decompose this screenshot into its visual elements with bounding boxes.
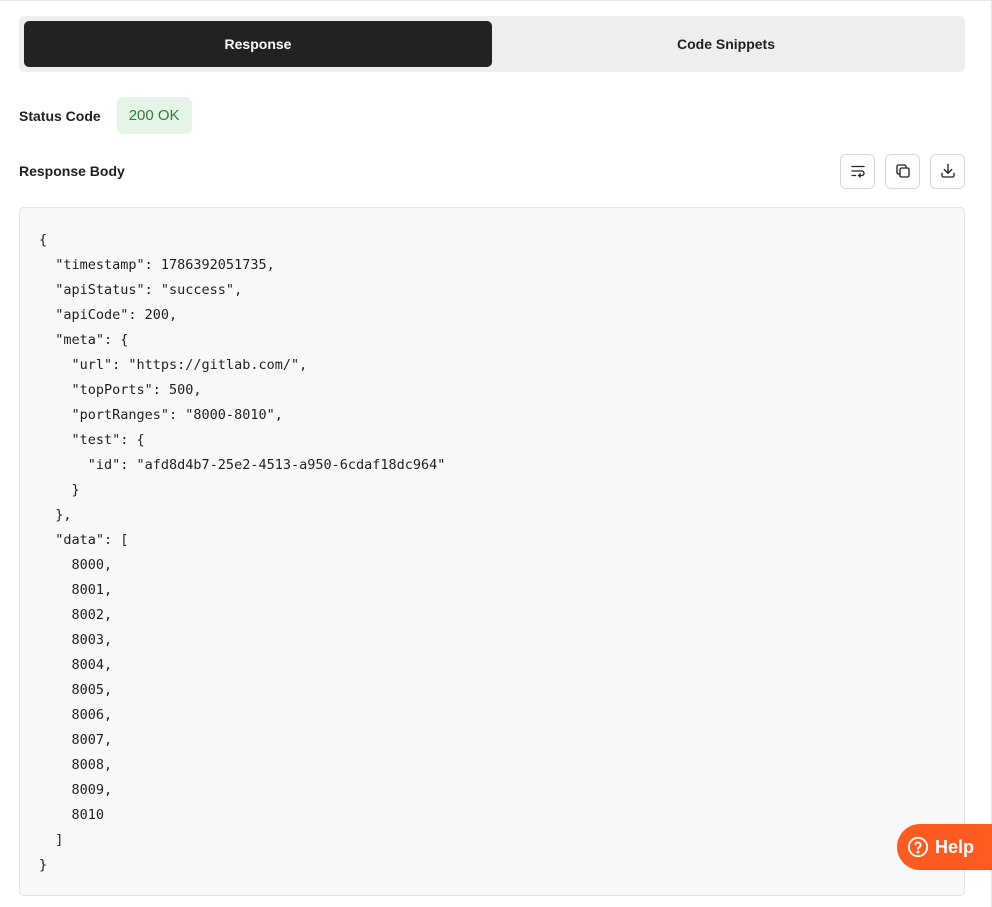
response-panel: Response Code Snippets Status Code 200 O… — [0, 0, 992, 907]
code-line: "apiCode": 200, — [39, 307, 178, 323]
code-line: 8007, — [39, 732, 113, 748]
code-line: ] — [39, 832, 64, 848]
wrap-text-icon — [850, 165, 865, 178]
question-circle-icon — [907, 836, 929, 858]
code-line: "topPorts": 500, — [39, 382, 202, 398]
help-button[interactable]: Help — [897, 824, 992, 870]
code-line: 8002, — [39, 607, 113, 623]
code-line: 8001, — [39, 582, 113, 598]
code-line: "apiStatus": "success", — [39, 282, 243, 298]
code-line: "portRanges": "8000-8010", — [39, 407, 283, 423]
response-body-actions — [840, 153, 965, 189]
code-line: "url": "https://gitlab.com/", — [39, 357, 308, 373]
code-line: } — [39, 857, 48, 873]
code-line: 8008, — [39, 757, 113, 773]
help-label: Help — [935, 836, 975, 857]
status-row: Status Code 200 OK — [19, 97, 192, 134]
response-body-title: Response Body — [19, 163, 125, 179]
status-code-label: Status Code — [19, 107, 101, 124]
code-line: } — [39, 482, 80, 498]
code-line: "test": { — [39, 432, 145, 448]
status-badge: 200 OK — [116, 97, 192, 134]
copy-button[interactable] — [885, 153, 920, 189]
code-line: "timestamp": 1786392051735, — [39, 257, 275, 273]
tab-response[interactable]: Response — [24, 21, 492, 67]
tab-code-snippets[interactable]: Code Snippets — [492, 21, 960, 67]
wrap-text-button[interactable] — [840, 153, 875, 189]
copy-icon — [895, 164, 910, 178]
code-line: { — [39, 232, 48, 248]
code-line: 8006, — [39, 707, 113, 723]
download-button[interactable] — [930, 153, 965, 189]
response-body-header: Response Body — [19, 153, 965, 189]
code-line: 8005, — [39, 682, 113, 698]
code-line: 8010 — [39, 807, 105, 823]
download-icon — [940, 163, 955, 178]
code-line: 8004, — [39, 657, 113, 673]
code-line: 8000, — [39, 557, 113, 573]
code-line: "id": "afd8d4b7-25e2-4513-a950-6cdaf18dc… — [39, 457, 446, 473]
code-line: 8003, — [39, 632, 113, 648]
response-tabs: Response Code Snippets — [19, 16, 965, 72]
code-line: }, — [39, 507, 72, 523]
code-line: "meta": { — [39, 332, 129, 348]
code-line: 8009, — [39, 782, 113, 798]
code-line: "data": [ — [39, 532, 129, 548]
response-body-code[interactable]: { "timestamp": 1786392051735, "apiStatus… — [19, 207, 965, 896]
